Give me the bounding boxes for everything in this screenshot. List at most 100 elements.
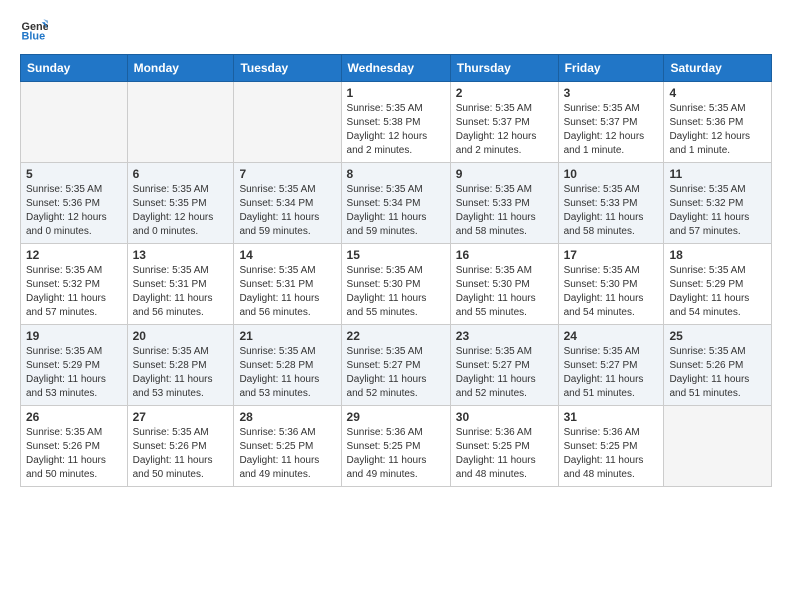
day-number: 2	[456, 86, 553, 100]
days-of-week-header: SundayMondayTuesdayWednesdayThursdayFrid…	[21, 55, 772, 82]
calendar-cell: 23 Sunrise: 5:35 AM Sunset: 5:27 PM Dayli…	[450, 325, 558, 406]
day-number: 4	[669, 86, 766, 100]
calendar-cell: 19 Sunrise: 5:35 AM Sunset: 5:29 PM Dayli…	[21, 325, 128, 406]
day-number: 19	[26, 329, 122, 343]
day-info: Sunrise: 5:35 AM Sunset: 5:36 PM Dayligh…	[669, 102, 766, 158]
calendar-cell: 29 Sunrise: 5:36 AM Sunset: 5:25 PM Dayli…	[341, 406, 450, 487]
day-info: Sunrise: 5:35 AM Sunset: 5:34 PM Dayligh…	[239, 183, 335, 239]
day-info: Sunrise: 5:35 AM Sunset: 5:26 PM Dayligh…	[669, 345, 766, 401]
day-number: 10	[564, 167, 659, 181]
day-number: 30	[456, 410, 553, 424]
calendar-cell: 27 Sunrise: 5:35 AM Sunset: 5:26 PM Dayli…	[127, 406, 234, 487]
calendar-cell: 22 Sunrise: 5:35 AM Sunset: 5:27 PM Dayli…	[341, 325, 450, 406]
day-info: Sunrise: 5:35 AM Sunset: 5:28 PM Dayligh…	[133, 345, 229, 401]
day-number: 11	[669, 167, 766, 181]
day-number: 14	[239, 248, 335, 262]
day-info: Sunrise: 5:35 AM Sunset: 5:32 PM Dayligh…	[26, 264, 122, 320]
day-number: 26	[26, 410, 122, 424]
day-number: 18	[669, 248, 766, 262]
day-info: Sunrise: 5:35 AM Sunset: 5:30 PM Dayligh…	[347, 264, 445, 320]
day-number: 27	[133, 410, 229, 424]
day-of-week-header: Tuesday	[234, 55, 341, 82]
calendar-cell: 15Sunrise: 5:35 AM Sunset: 5:30 PM Dayli…	[341, 244, 450, 325]
day-number: 3	[564, 86, 659, 100]
calendar-cell: 6 Sunrise: 5:35 AM Sunset: 5:35 PM Daylig…	[127, 163, 234, 244]
day-of-week-header: Monday	[127, 55, 234, 82]
day-number: 28	[239, 410, 335, 424]
calendar-cell: 20 Sunrise: 5:35 AM Sunset: 5:28 PM Dayli…	[127, 325, 234, 406]
day-info: Sunrise: 5:35 AM Sunset: 5:26 PM Dayligh…	[133, 426, 229, 482]
day-number: 8	[347, 167, 445, 181]
day-number: 13	[133, 248, 229, 262]
day-info: Sunrise: 5:35 AM Sunset: 5:30 PM Dayligh…	[564, 264, 659, 320]
day-number: 12	[26, 248, 122, 262]
calendar-cell: 31Sunrise: 5:36 AM Sunset: 5:25 PM Dayli…	[558, 406, 664, 487]
calendar-cell: 14 Sunrise: 5:35 AM Sunset: 5:31 PM Dayli…	[234, 244, 341, 325]
day-info: Sunrise: 5:35 AM Sunset: 5:37 PM Dayligh…	[564, 102, 659, 158]
calendar-body: 1 Sunrise: 5:35 AM Sunset: 5:38 PM Daylig…	[21, 82, 772, 487]
day-info: Sunrise: 5:35 AM Sunset: 5:30 PM Dayligh…	[456, 264, 553, 320]
day-info: Sunrise: 5:35 AM Sunset: 5:36 PM Dayligh…	[26, 183, 122, 239]
day-of-week-header: Wednesday	[341, 55, 450, 82]
calendar-cell	[234, 82, 341, 163]
day-number: 20	[133, 329, 229, 343]
day-number: 31	[564, 410, 659, 424]
header: General Blue	[20, 16, 772, 44]
day-info: Sunrise: 5:35 AM Sunset: 5:29 PM Dayligh…	[669, 264, 766, 320]
calendar-week-row: 12 Sunrise: 5:35 AM Sunset: 5:32 PM Dayli…	[21, 244, 772, 325]
day-info: Sunrise: 5:35 AM Sunset: 5:33 PM Dayligh…	[564, 183, 659, 239]
day-info: Sunrise: 5:36 AM Sunset: 5:25 PM Dayligh…	[456, 426, 553, 482]
day-number: 23	[456, 329, 553, 343]
calendar-cell: 13 Sunrise: 5:35 AM Sunset: 5:31 PM Dayli…	[127, 244, 234, 325]
day-of-week-header: Friday	[558, 55, 664, 82]
page: General Blue SundayMondayTuesdayWednesda…	[0, 0, 792, 503]
calendar-cell: 16 Sunrise: 5:35 AM Sunset: 5:30 PM Dayli…	[450, 244, 558, 325]
day-info: Sunrise: 5:35 AM Sunset: 5:37 PM Dayligh…	[456, 102, 553, 158]
day-number: 1	[347, 86, 445, 100]
day-of-week-header: Sunday	[21, 55, 128, 82]
day-info: Sunrise: 5:35 AM Sunset: 5:27 PM Dayligh…	[456, 345, 553, 401]
day-info: Sunrise: 5:36 AM Sunset: 5:25 PM Dayligh…	[347, 426, 445, 482]
calendar-week-row: 5 Sunrise: 5:35 AM Sunset: 5:36 PM Daylig…	[21, 163, 772, 244]
day-number: 21	[239, 329, 335, 343]
day-number: 7	[239, 167, 335, 181]
day-of-week-header: Saturday	[664, 55, 772, 82]
day-info: Sunrise: 5:35 AM Sunset: 5:35 PM Dayligh…	[133, 183, 229, 239]
logo-icon: General Blue	[20, 16, 48, 44]
logo: General Blue	[20, 16, 54, 44]
calendar-week-row: 1 Sunrise: 5:35 AM Sunset: 5:38 PM Daylig…	[21, 82, 772, 163]
day-info: Sunrise: 5:35 AM Sunset: 5:38 PM Dayligh…	[347, 102, 445, 158]
calendar-cell: 3 Sunrise: 5:35 AM Sunset: 5:37 PM Daylig…	[558, 82, 664, 163]
day-info: Sunrise: 5:35 AM Sunset: 5:31 PM Dayligh…	[239, 264, 335, 320]
calendar-cell: 30 Sunrise: 5:36 AM Sunset: 5:25 PM Dayli…	[450, 406, 558, 487]
calendar-cell: 21 Sunrise: 5:35 AM Sunset: 5:28 PM Dayli…	[234, 325, 341, 406]
calendar-cell: 9Sunrise: 5:35 AM Sunset: 5:33 PM Daylig…	[450, 163, 558, 244]
day-info: Sunrise: 5:35 AM Sunset: 5:34 PM Dayligh…	[347, 183, 445, 239]
calendar-cell: 17Sunrise: 5:35 AM Sunset: 5:30 PM Dayli…	[558, 244, 664, 325]
calendar-cell: 7 Sunrise: 5:35 AM Sunset: 5:34 PM Daylig…	[234, 163, 341, 244]
day-info: Sunrise: 5:35 AM Sunset: 5:28 PM Dayligh…	[239, 345, 335, 401]
calendar-cell: 5 Sunrise: 5:35 AM Sunset: 5:36 PM Daylig…	[21, 163, 128, 244]
calendar-cell	[21, 82, 128, 163]
day-info: Sunrise: 5:35 AM Sunset: 5:29 PM Dayligh…	[26, 345, 122, 401]
calendar-cell: 1 Sunrise: 5:35 AM Sunset: 5:38 PM Daylig…	[341, 82, 450, 163]
day-number: 5	[26, 167, 122, 181]
day-number: 22	[347, 329, 445, 343]
day-number: 29	[347, 410, 445, 424]
day-info: Sunrise: 5:36 AM Sunset: 5:25 PM Dayligh…	[239, 426, 335, 482]
calendar-cell: 12 Sunrise: 5:35 AM Sunset: 5:32 PM Dayli…	[21, 244, 128, 325]
calendar-cell	[664, 406, 772, 487]
calendar-week-row: 19 Sunrise: 5:35 AM Sunset: 5:29 PM Dayli…	[21, 325, 772, 406]
day-info: Sunrise: 5:35 AM Sunset: 5:27 PM Dayligh…	[564, 345, 659, 401]
day-number: 6	[133, 167, 229, 181]
day-info: Sunrise: 5:35 AM Sunset: 5:27 PM Dayligh…	[347, 345, 445, 401]
day-info: Sunrise: 5:35 AM Sunset: 5:32 PM Dayligh…	[669, 183, 766, 239]
day-number: 16	[456, 248, 553, 262]
day-info: Sunrise: 5:35 AM Sunset: 5:31 PM Dayligh…	[133, 264, 229, 320]
calendar-cell: 4 Sunrise: 5:35 AM Sunset: 5:36 PM Daylig…	[664, 82, 772, 163]
svg-text:Blue: Blue	[22, 30, 46, 42]
calendar-cell: 24Sunrise: 5:35 AM Sunset: 5:27 PM Dayli…	[558, 325, 664, 406]
calendar-cell: 2 Sunrise: 5:35 AM Sunset: 5:37 PM Daylig…	[450, 82, 558, 163]
calendar-cell: 8 Sunrise: 5:35 AM Sunset: 5:34 PM Daylig…	[341, 163, 450, 244]
calendar-table: SundayMondayTuesdayWednesdayThursdayFrid…	[20, 54, 772, 487]
